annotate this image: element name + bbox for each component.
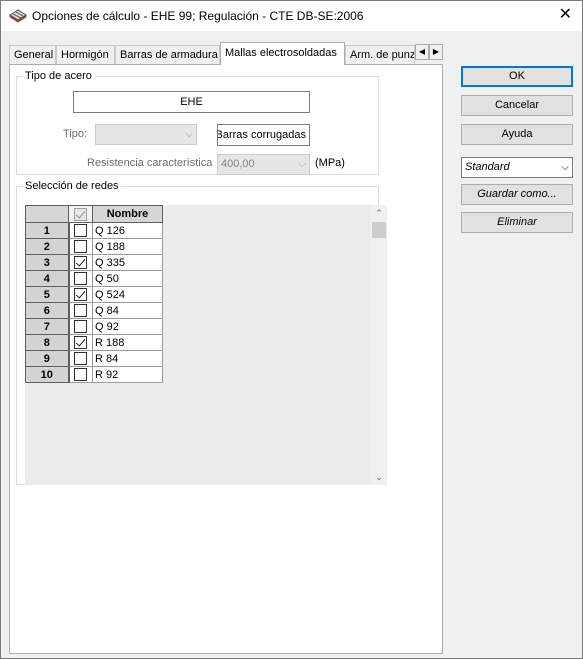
row-checkbox[interactable]: [74, 368, 88, 381]
resistencia-label: Resistencia característica: [87, 157, 213, 169]
tipo-acero-field[interactable]: EHE: [73, 91, 310, 113]
table-row[interactable]: 2 Q 188: [25, 238, 163, 255]
scroll-up-icon[interactable]: ⌃: [371, 205, 387, 221]
row-checkbox[interactable]: [74, 304, 88, 317]
close-icon[interactable]: ✕: [559, 6, 572, 24]
row-name: Q 335: [92, 254, 163, 271]
row-checkbox[interactable]: [74, 288, 88, 301]
tab-hormigon[interactable]: Hormigón: [56, 45, 115, 64]
barras-field[interactable]: Barras corrugadas: [217, 124, 310, 146]
row-number[interactable]: 9: [25, 350, 70, 367]
grid-scrollbar[interactable]: ⌃ ⌄: [371, 205, 387, 485]
row-number[interactable]: 4: [25, 270, 70, 287]
row-number[interactable]: 5: [25, 286, 70, 303]
tipo-select[interactable]: ⌵: [95, 124, 197, 145]
scroll-thumb[interactable]: [372, 222, 386, 238]
table-row[interactable]: 5 Q 524: [25, 286, 163, 303]
row-select-cell[interactable]: [68, 366, 93, 383]
row-select-cell[interactable]: [68, 222, 93, 239]
select-all-header[interactable]: [68, 205, 93, 223]
row-select-cell[interactable]: [68, 286, 93, 303]
redes-grid: Nombre 1 Q 126 2 Q 188 3 Q 335 4 Q 50 5 Q 524 6 Q 8…: [25, 205, 371, 485]
row-select-cell[interactable]: [68, 334, 93, 351]
tab-arm-punzonamiento[interactable]: Arm. de punzonamiento: [345, 45, 415, 64]
row-name: Q 188: [92, 238, 163, 255]
resistencia-unit: (MPa): [315, 157, 345, 169]
row-checkbox[interactable]: [74, 256, 88, 269]
row-name: Q 92: [92, 318, 163, 335]
table-row[interactable]: 1 Q 126: [25, 222, 163, 239]
chevron-down-icon: ⌵: [185, 129, 193, 140]
dialog-window: Opciones de cálculo - EHE 99; Regulación…: [0, 0, 583, 659]
row-number[interactable]: 1: [25, 222, 70, 239]
tipo-label: Tipo:: [63, 128, 88, 140]
chevron-down-icon: ⌵: [298, 159, 306, 170]
row-number[interactable]: 6: [25, 302, 70, 319]
row-name: R 84: [92, 350, 163, 367]
row-number[interactable]: 8: [25, 334, 70, 351]
seleccion-redes-group: Selección de redes Nombre 1 Q 126 2 Q 188 3 Q…: [16, 180, 387, 485]
row-select-cell[interactable]: [68, 350, 93, 367]
table-row[interactable]: 4 Q 50: [25, 270, 163, 287]
table-row[interactable]: 6 Q 84: [25, 302, 163, 319]
row-select-cell[interactable]: [68, 318, 93, 335]
profile-select-value: Standard: [465, 161, 510, 173]
row-checkbox[interactable]: [74, 224, 88, 237]
row-select-cell[interactable]: [68, 254, 93, 271]
row-number[interactable]: 3: [25, 254, 70, 271]
table-row[interactable]: 7 Q 92: [25, 318, 163, 335]
redes-table: Nombre 1 Q 126 2 Q 188 3 Q 335 4 Q 50 5 Q 524 6 Q 8…: [25, 205, 163, 383]
seleccion-redes-legend: Selección de redes: [25, 180, 119, 192]
tab-scroll-right-icon[interactable]: ▶: [429, 44, 443, 60]
tab-panel: Tipo de acero EHE Tipo: ⌵ Barras corruga…: [9, 64, 443, 654]
tipo-acero-group: Tipo de acero EHE Tipo: ⌵ Barras corruga…: [16, 70, 379, 175]
ok-button[interactable]: OK: [461, 66, 573, 87]
tab-mallas-electrosoldadas[interactable]: Mallas electrosoldadas: [220, 42, 345, 65]
app-icon: [9, 9, 27, 23]
tab-scroll-left-icon[interactable]: ◀: [415, 44, 429, 60]
row-name: R 92: [92, 366, 163, 383]
row-select-cell[interactable]: [68, 270, 93, 287]
window-title: Opciones de cálculo - EHE 99; Regulación…: [32, 9, 364, 23]
row-checkbox[interactable]: [74, 320, 88, 333]
scroll-down-icon[interactable]: ⌄: [371, 469, 387, 485]
table-row[interactable]: 3 Q 335: [25, 254, 163, 271]
row-name: R 188: [92, 334, 163, 351]
select-all-checkbox[interactable]: [74, 207, 87, 221]
row-number[interactable]: 2: [25, 238, 70, 255]
table-row[interactable]: 10 R 92: [25, 366, 163, 383]
help-button[interactable]: Ayuda: [461, 124, 573, 145]
resistencia-value: 400,00: [221, 158, 255, 170]
row-name: Q 84: [92, 302, 163, 319]
tab-barras-armadura[interactable]: Barras de armadura: [115, 45, 220, 64]
profile-select[interactable]: Standard ⌵: [461, 157, 573, 178]
title-bar: Opciones de cálculo - EHE 99; Regulación…: [1, 1, 582, 31]
table-row[interactable]: 9 R 84: [25, 350, 163, 367]
table-row[interactable]: 8 R 188: [25, 334, 163, 351]
tab-strip: General Hormigón Barras de armadura Mall…: [9, 42, 445, 65]
row-number[interactable]: 7: [25, 318, 70, 335]
row-checkbox[interactable]: [74, 352, 88, 365]
cancel-button[interactable]: Cancelar: [461, 95, 573, 116]
row-checkbox[interactable]: [74, 240, 88, 253]
tipo-acero-legend: Tipo de acero: [25, 70, 92, 82]
row-select-cell[interactable]: [68, 302, 93, 319]
row-checkbox[interactable]: [74, 336, 88, 349]
row-number[interactable]: 10: [25, 366, 70, 383]
row-checkbox[interactable]: [74, 272, 88, 285]
name-column-header[interactable]: Nombre: [92, 205, 163, 223]
row-select-cell[interactable]: [68, 238, 93, 255]
row-name: Q 524: [92, 286, 163, 303]
resistencia-select[interactable]: 400,00 ⌵: [217, 154, 310, 175]
corner-header: [25, 205, 69, 223]
row-name: Q 126: [92, 222, 163, 239]
tab-general[interactable]: General: [9, 45, 56, 64]
delete-button[interactable]: Eliminar: [461, 212, 573, 233]
row-name: Q 50: [92, 270, 163, 287]
chevron-down-icon: ⌵: [561, 162, 569, 173]
save-as-button[interactable]: Guardar como...: [461, 184, 573, 205]
